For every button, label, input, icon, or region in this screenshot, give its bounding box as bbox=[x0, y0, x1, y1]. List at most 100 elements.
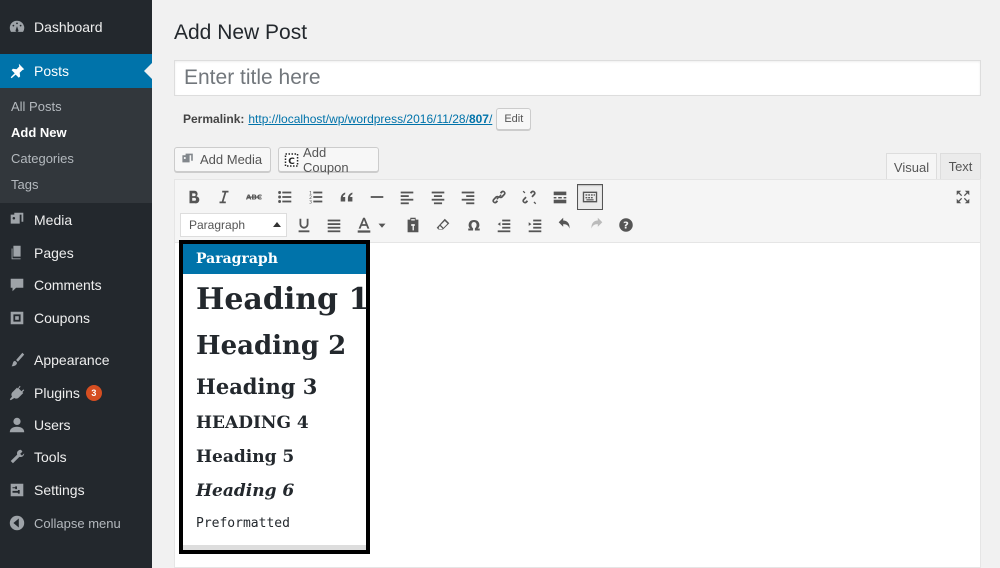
outdent-button[interactable] bbox=[491, 212, 517, 238]
menu-dashboard[interactable]: Dashboard bbox=[0, 10, 152, 44]
align-center-button[interactable] bbox=[425, 184, 451, 210]
edit-permalink-button[interactable]: Edit bbox=[496, 108, 532, 130]
tab-text[interactable]: Text bbox=[940, 153, 981, 179]
paintbrush-icon bbox=[0, 351, 34, 369]
format-select-value: Paragraph bbox=[189, 218, 246, 232]
coupon-icon: C bbox=[284, 152, 299, 167]
outdent-icon bbox=[497, 219, 511, 233]
menu-comments[interactable]: Comments bbox=[0, 268, 152, 302]
bold-button[interactable] bbox=[181, 184, 207, 210]
menu-pages[interactable]: Pages bbox=[0, 236, 152, 270]
underline-button[interactable] bbox=[291, 212, 317, 238]
collapse-icon bbox=[0, 514, 34, 532]
menu-appearance[interactable]: Appearance bbox=[0, 343, 152, 377]
numbered-list-button[interactable]: 123 bbox=[303, 184, 329, 210]
format-option-heading-1[interactable]: Heading 1 bbox=[183, 280, 369, 320]
text-color-dropdown[interactable] bbox=[375, 212, 389, 238]
format-option-heading-2[interactable]: Heading 2 bbox=[183, 328, 366, 364]
posts-submenu: All Posts Add New Categories Tags bbox=[0, 88, 152, 203]
redo-icon bbox=[591, 217, 603, 229]
menu-settings[interactable]: Settings bbox=[0, 473, 152, 507]
underline-icon bbox=[298, 218, 310, 233]
format-option-heading-6[interactable]: Heading 6 bbox=[183, 478, 366, 504]
format-option-heading-3[interactable]: Heading 3 bbox=[183, 372, 366, 402]
format-option-heading-5[interactable]: Heading 5 bbox=[183, 444, 366, 470]
caret-down-icon bbox=[378, 223, 386, 228]
bullet-list-button[interactable] bbox=[272, 184, 298, 210]
italic-button[interactable] bbox=[211, 184, 237, 210]
menu-tools[interactable]: Tools bbox=[0, 440, 152, 474]
add-media-icon bbox=[182, 153, 193, 162]
align-center-icon bbox=[431, 191, 445, 205]
svg-text:Ω: Ω bbox=[468, 218, 480, 234]
read-more-button[interactable] bbox=[547, 184, 573, 210]
horizontal-line-button[interactable] bbox=[364, 184, 390, 210]
add-media-label: Add Media bbox=[200, 152, 263, 167]
permalink-slug: 807 bbox=[468, 112, 489, 126]
permalink-base: http://localhost/wp/wordpress/2016/11/28… bbox=[248, 112, 469, 126]
toolbar-toggle-button[interactable] bbox=[577, 184, 603, 210]
clear-formatting-button[interactable] bbox=[430, 212, 456, 238]
undo-icon bbox=[558, 217, 570, 229]
keyboard-icon bbox=[582, 191, 598, 203]
menu-coupons[interactable]: Coupons bbox=[0, 301, 152, 335]
numbered-list-icon: 123 bbox=[309, 190, 323, 205]
quote-icon bbox=[340, 192, 353, 202]
plugin-icon bbox=[0, 384, 34, 402]
menu-settings-label: Settings bbox=[34, 482, 85, 498]
justify-button[interactable] bbox=[321, 212, 347, 238]
indent-button[interactable] bbox=[522, 212, 548, 238]
submenu-all-posts[interactable]: All Posts bbox=[11, 99, 62, 114]
keyboard-shortcuts-button[interactable]: ? bbox=[613, 212, 639, 238]
format-option-preformatted[interactable]: Preformatted bbox=[183, 512, 366, 536]
pages-icon bbox=[0, 244, 34, 262]
menu-plugins[interactable]: Plugins 3 bbox=[0, 376, 152, 410]
menu-users[interactable]: Users bbox=[0, 408, 152, 442]
remove-link-button[interactable] bbox=[516, 184, 542, 210]
menu-plugins-label: Plugins bbox=[34, 385, 80, 401]
submenu-categories[interactable]: Categories bbox=[11, 151, 74, 166]
menu-dashboard-label: Dashboard bbox=[34, 19, 103, 35]
wrench-icon bbox=[0, 448, 34, 466]
plugins-update-badge: 3 bbox=[85, 385, 102, 401]
align-right-icon bbox=[461, 191, 475, 205]
post-title-input[interactable] bbox=[174, 60, 981, 96]
strikethrough-button[interactable]: ABC bbox=[241, 184, 267, 210]
fullscreen-icon bbox=[956, 190, 970, 204]
tab-visual[interactable]: Visual bbox=[886, 153, 937, 180]
menu-media-label: Media bbox=[34, 212, 73, 228]
undo-button[interactable] bbox=[552, 212, 578, 238]
menu-media[interactable]: Media bbox=[0, 203, 152, 237]
add-media-button[interactable]: Add Media bbox=[174, 147, 271, 172]
submenu-tags[interactable]: Tags bbox=[11, 177, 38, 192]
svg-text:?: ? bbox=[623, 221, 629, 232]
permalink-link[interactable]: http://localhost/wp/wordpress/2016/11/28… bbox=[248, 112, 492, 126]
distraction-free-button[interactable] bbox=[950, 184, 976, 210]
align-left-button[interactable] bbox=[394, 184, 420, 210]
format-dropdown-list: Paragraph Heading 1 Heading 2 Heading 3 … bbox=[183, 244, 369, 550]
submenu-add-new[interactable]: Add New bbox=[11, 125, 67, 140]
format-dropdown-menu: Paragraph Heading 1 Heading 2 Heading 3 … bbox=[179, 240, 370, 554]
align-right-button[interactable] bbox=[455, 184, 481, 210]
help-icon: ? bbox=[619, 218, 633, 232]
insert-link-button[interactable] bbox=[486, 184, 512, 210]
paste-as-text-button[interactable] bbox=[400, 212, 426, 238]
permalink-label: Permalink: bbox=[183, 112, 245, 126]
strikethrough-icon: ABC bbox=[246, 193, 262, 202]
text-color-button[interactable] bbox=[351, 212, 377, 238]
blockquote-button[interactable] bbox=[334, 184, 360, 210]
pushpin-icon bbox=[0, 62, 34, 80]
svg-text:C: C bbox=[288, 156, 295, 166]
special-character-button[interactable]: Ω bbox=[461, 212, 487, 238]
menu-posts[interactable]: Posts bbox=[0, 54, 152, 88]
editor-toolbar: ABC 123 Paragraph Ω ? bbox=[175, 180, 980, 243]
redo-button[interactable] bbox=[583, 212, 609, 238]
add-coupon-button[interactable]: C Add Coupon bbox=[278, 145, 379, 175]
format-option-heading-4[interactable]: Heading 4 bbox=[183, 410, 366, 436]
format-option-paragraph[interactable]: Paragraph bbox=[183, 244, 366, 274]
bullet-list-icon bbox=[278, 191, 292, 203]
bold-icon bbox=[189, 190, 200, 204]
collapse-menu-button[interactable]: Collapse menu bbox=[0, 506, 152, 540]
format-select[interactable]: Paragraph bbox=[180, 213, 287, 237]
menu-users-label: Users bbox=[34, 417, 71, 433]
